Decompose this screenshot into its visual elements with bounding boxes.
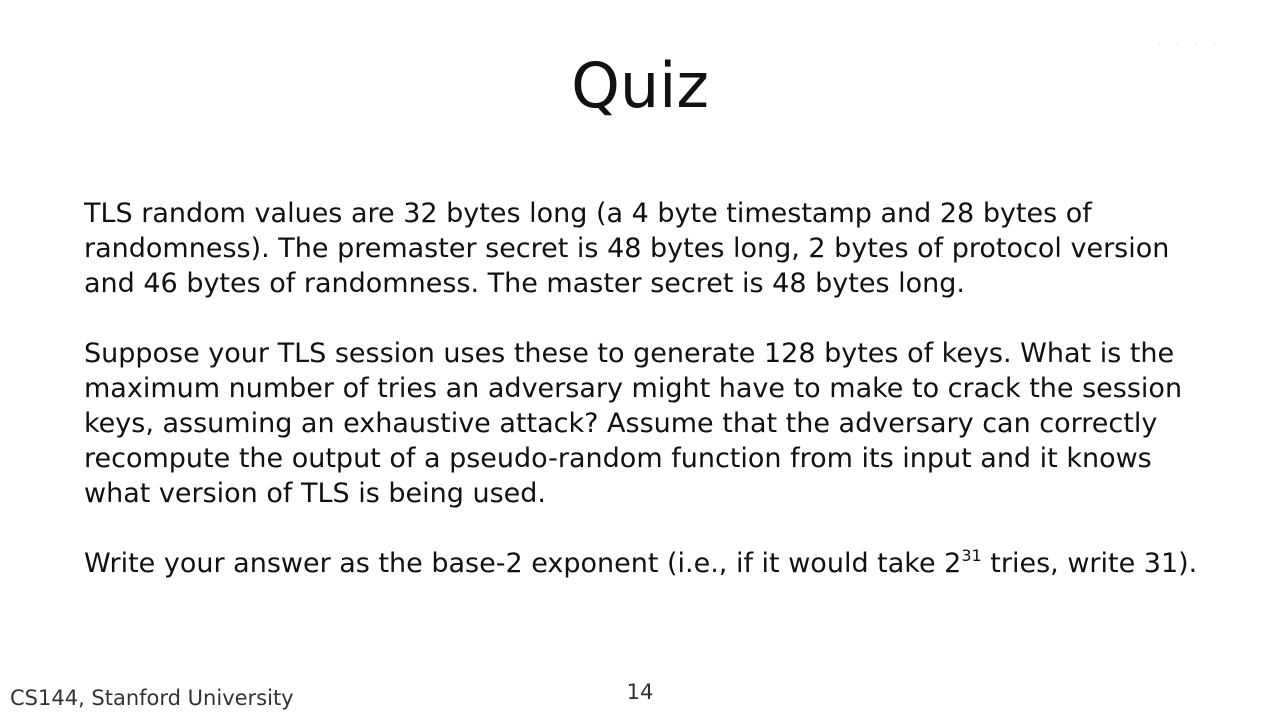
answer-format-text-before: Write your answer as the base-2 exponent… (84, 548, 962, 579)
answer-format-text-after: tries, write 31). (981, 548, 1198, 579)
exponent-example: 31 (961, 546, 982, 565)
paragraph-tls-values: TLS random values are 32 bytes long (a 4… (84, 198, 1170, 299)
paragraph-question: Suppose your TLS session uses these to g… (84, 338, 1183, 509)
page-number: 14 (626, 680, 654, 704)
slide-title: Quiz (571, 49, 709, 122)
corner-artifact: · · · · (1157, 40, 1222, 51)
footer-course-label: CS144, Stanford University (10, 686, 294, 710)
slide: Quiz · · · · TLS random values are 32 by… (0, 0, 1280, 720)
slide-body: TLS random values are 32 bytes long (a 4… (84, 196, 1224, 581)
paragraph-answer-format: Write your answer as the base-2 exponent… (84, 546, 1224, 581)
